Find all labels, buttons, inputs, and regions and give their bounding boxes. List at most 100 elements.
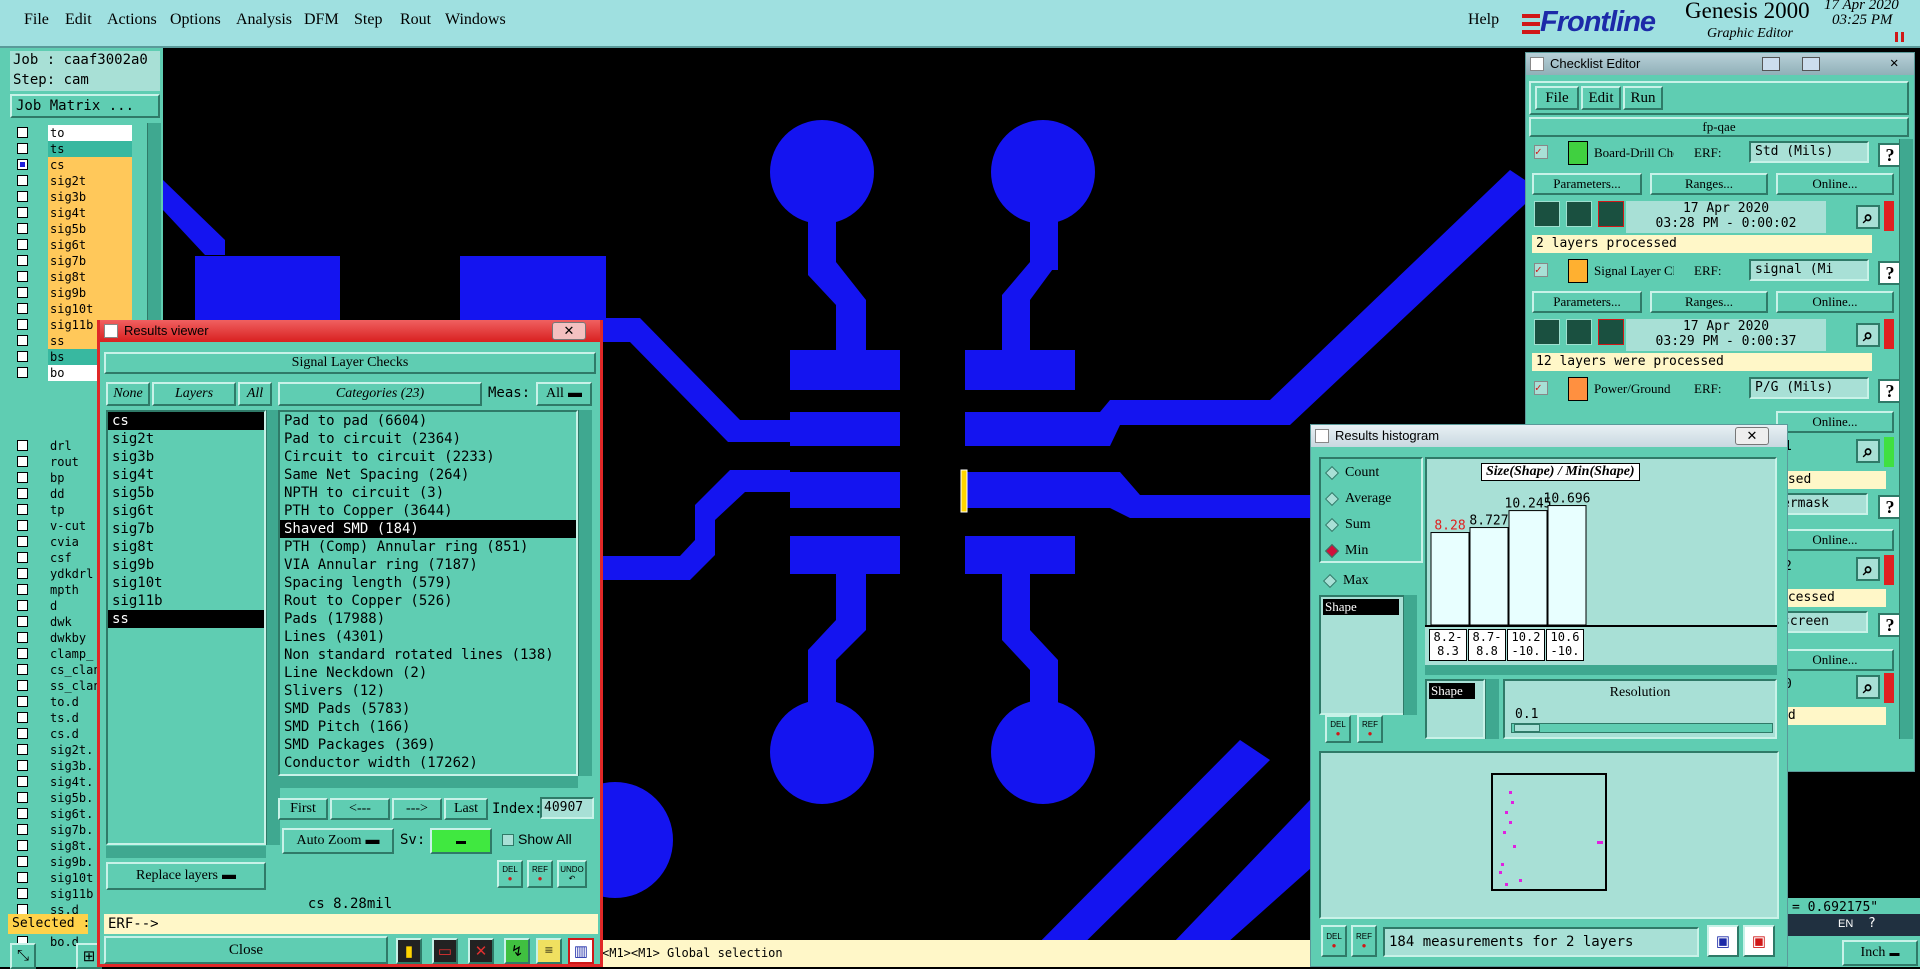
results-layer-item[interactable]: sig7b: [108, 520, 264, 538]
results-category-item[interactable]: PTH to Copper (3644): [280, 502, 576, 520]
menu-analysis[interactable]: Analysis: [236, 11, 292, 29]
mode-max-radio[interactable]: Max: [1322, 573, 1369, 589]
check-erf-select[interactable]: Std (Mils): [1749, 141, 1869, 163]
del-button[interactable]: DEL ●: [497, 860, 523, 888]
layer-checkbox[interactable]: [17, 520, 28, 531]
layer-checkbox[interactable]: [17, 760, 28, 771]
results-layer-item[interactable]: sig9b: [108, 556, 264, 574]
layer-row[interactable]: sig3b: [14, 189, 132, 205]
shape-list-scrollbar[interactable]: [1403, 595, 1417, 715]
layer-name[interactable]: sig10t: [48, 301, 132, 317]
results-layer-item[interactable]: cs: [108, 412, 264, 430]
run-icon[interactable]: [1534, 201, 1560, 227]
results-category-item[interactable]: Line Neckdown (2): [280, 664, 576, 682]
results-category-item[interactable]: Pads (17988): [280, 610, 576, 628]
layer-checkbox[interactable]: [17, 440, 28, 451]
layer-checkbox[interactable]: [17, 456, 28, 467]
checklist-titlebar[interactable]: Checklist Editor: [1526, 53, 1914, 75]
layer-row[interactable]: sig8t: [14, 269, 132, 285]
histogram-print-button[interactable]: ▣: [1743, 925, 1775, 957]
menu-help[interactable]: Help: [1468, 11, 1499, 29]
mode-count-radio[interactable]: Count: [1324, 465, 1379, 481]
layer-checkbox[interactable]: [17, 648, 28, 659]
check-enable-checkbox[interactable]: ✓: [1534, 145, 1548, 159]
menu-edit[interactable]: Edit: [65, 11, 92, 29]
stop-icon[interactable]: [1598, 201, 1624, 227]
measure-tool-button[interactable]: ▭: [432, 938, 458, 964]
layer-checkbox[interactable]: [17, 159, 28, 170]
layer-checkbox[interactable]: [17, 143, 28, 154]
mode-average-radio[interactable]: Average: [1324, 491, 1391, 507]
layer-checkbox[interactable]: [17, 616, 28, 627]
results-category-item[interactable]: SMD Packages (369): [280, 736, 576, 754]
ranges-button[interactable]: Ranges...: [1650, 291, 1768, 313]
layer-row[interactable]: cs: [14, 157, 132, 173]
results-category-item[interactable]: Pad to pad (6604): [280, 412, 576, 430]
resolution-slider-thumb[interactable]: [1514, 724, 1540, 732]
results-category-item[interactable]: Slivers (12): [280, 682, 576, 700]
layer-checkbox[interactable]: [17, 712, 28, 723]
results-category-item[interactable]: NPTH to circuit (3): [280, 484, 576, 502]
layer-name[interactable]: sig2t: [48, 173, 132, 189]
layer-checkbox[interactable]: [17, 568, 28, 579]
menu-windows[interactable]: Windows: [445, 11, 506, 29]
menu-options[interactable]: Options: [170, 11, 221, 29]
layer-checkbox[interactable]: [17, 584, 28, 595]
check-erf-select[interactable]: signal (Mi: [1749, 259, 1869, 281]
hist-ref-button[interactable]: REF ●: [1357, 715, 1383, 743]
clear-tool-button[interactable]: ✕: [468, 938, 494, 964]
layer-checkbox[interactable]: [17, 664, 28, 675]
job-matrix-button[interactable]: Job Matrix ...: [10, 94, 160, 118]
results-layer-item[interactable]: sig10t: [108, 574, 264, 592]
layer-name[interactable]: sig9b: [48, 285, 132, 301]
menu-file[interactable]: File: [24, 11, 49, 29]
layer-checkbox[interactable]: [17, 808, 28, 819]
replace-layers-select[interactable]: Replace layers ▬: [106, 862, 266, 890]
layer-checkbox[interactable]: [17, 776, 28, 787]
run-step-icon[interactable]: [1566, 201, 1592, 227]
results-layer-item[interactable]: sig5b: [108, 484, 264, 502]
layer-checkbox[interactable]: [17, 488, 28, 499]
layer-checkbox[interactable]: [17, 792, 28, 803]
units-select[interactable]: Inch ▬: [1842, 940, 1918, 966]
layer-checkbox[interactable]: [17, 175, 28, 186]
results-category-item[interactable]: Rout to Copper (526): [280, 592, 576, 610]
layer-checkbox[interactable]: [17, 536, 28, 547]
shape-list-item[interactable]: Shape: [1323, 599, 1399, 615]
layer-row[interactable]: sig6t: [14, 237, 132, 253]
categories-button[interactable]: Categories (23): [278, 382, 482, 406]
nav-next-button[interactable]: --->: [392, 798, 442, 820]
layer-checkbox[interactable]: [17, 840, 28, 851]
layer-checkbox[interactable]: [17, 552, 28, 563]
zoom-tool-button[interactable]: ⤡: [10, 943, 36, 969]
layer-checkbox[interactable]: [17, 367, 28, 378]
layers-all-button[interactable]: All: [238, 382, 272, 406]
results-category-item[interactable]: SMD Pads (5783): [280, 700, 576, 718]
layer-checkbox[interactable]: [17, 319, 28, 330]
layer-checkbox[interactable]: [17, 504, 28, 515]
layer-checkbox[interactable]: [17, 335, 28, 346]
ref-button[interactable]: REF ●: [527, 860, 553, 888]
check-erf-select[interactable]: ermask: [1776, 493, 1868, 515]
nav-first-button[interactable]: First: [278, 798, 328, 820]
results-layer-item[interactable]: sig8t: [108, 538, 264, 556]
layer-name[interactable]: sig5b: [48, 221, 132, 237]
layer-checkbox[interactable]: [17, 127, 28, 138]
results-category-list[interactable]: Pad to pad (6604) Pad to circuit (2364) Ci…: [278, 410, 578, 776]
layer-checkbox[interactable]: [17, 351, 28, 362]
online-button[interactable]: Online...: [1776, 411, 1894, 433]
parameters-button[interactable]: Parameters...: [1532, 291, 1642, 313]
layer-row[interactable]: sig10t: [14, 301, 132, 317]
results-category-item[interactable]: Same Net Spacing (264): [280, 466, 576, 484]
parameters-button[interactable]: Parameters...: [1532, 173, 1642, 195]
results-layer-item[interactable]: sig6t: [108, 502, 264, 520]
check-enable-checkbox[interactable]: ✓: [1534, 381, 1548, 395]
undo-button[interactable]: UNDO ↶: [557, 860, 587, 888]
layer-checkbox[interactable]: [17, 239, 28, 250]
meas-select[interactable]: All ▬: [536, 382, 592, 406]
menu-dfm[interactable]: DFM: [304, 11, 339, 29]
menu-actions[interactable]: Actions: [107, 11, 157, 29]
layer-checkbox[interactable]: [17, 600, 28, 611]
close-button[interactable]: Close: [104, 936, 388, 964]
histogram-tool-button[interactable]: ▥: [568, 938, 594, 964]
